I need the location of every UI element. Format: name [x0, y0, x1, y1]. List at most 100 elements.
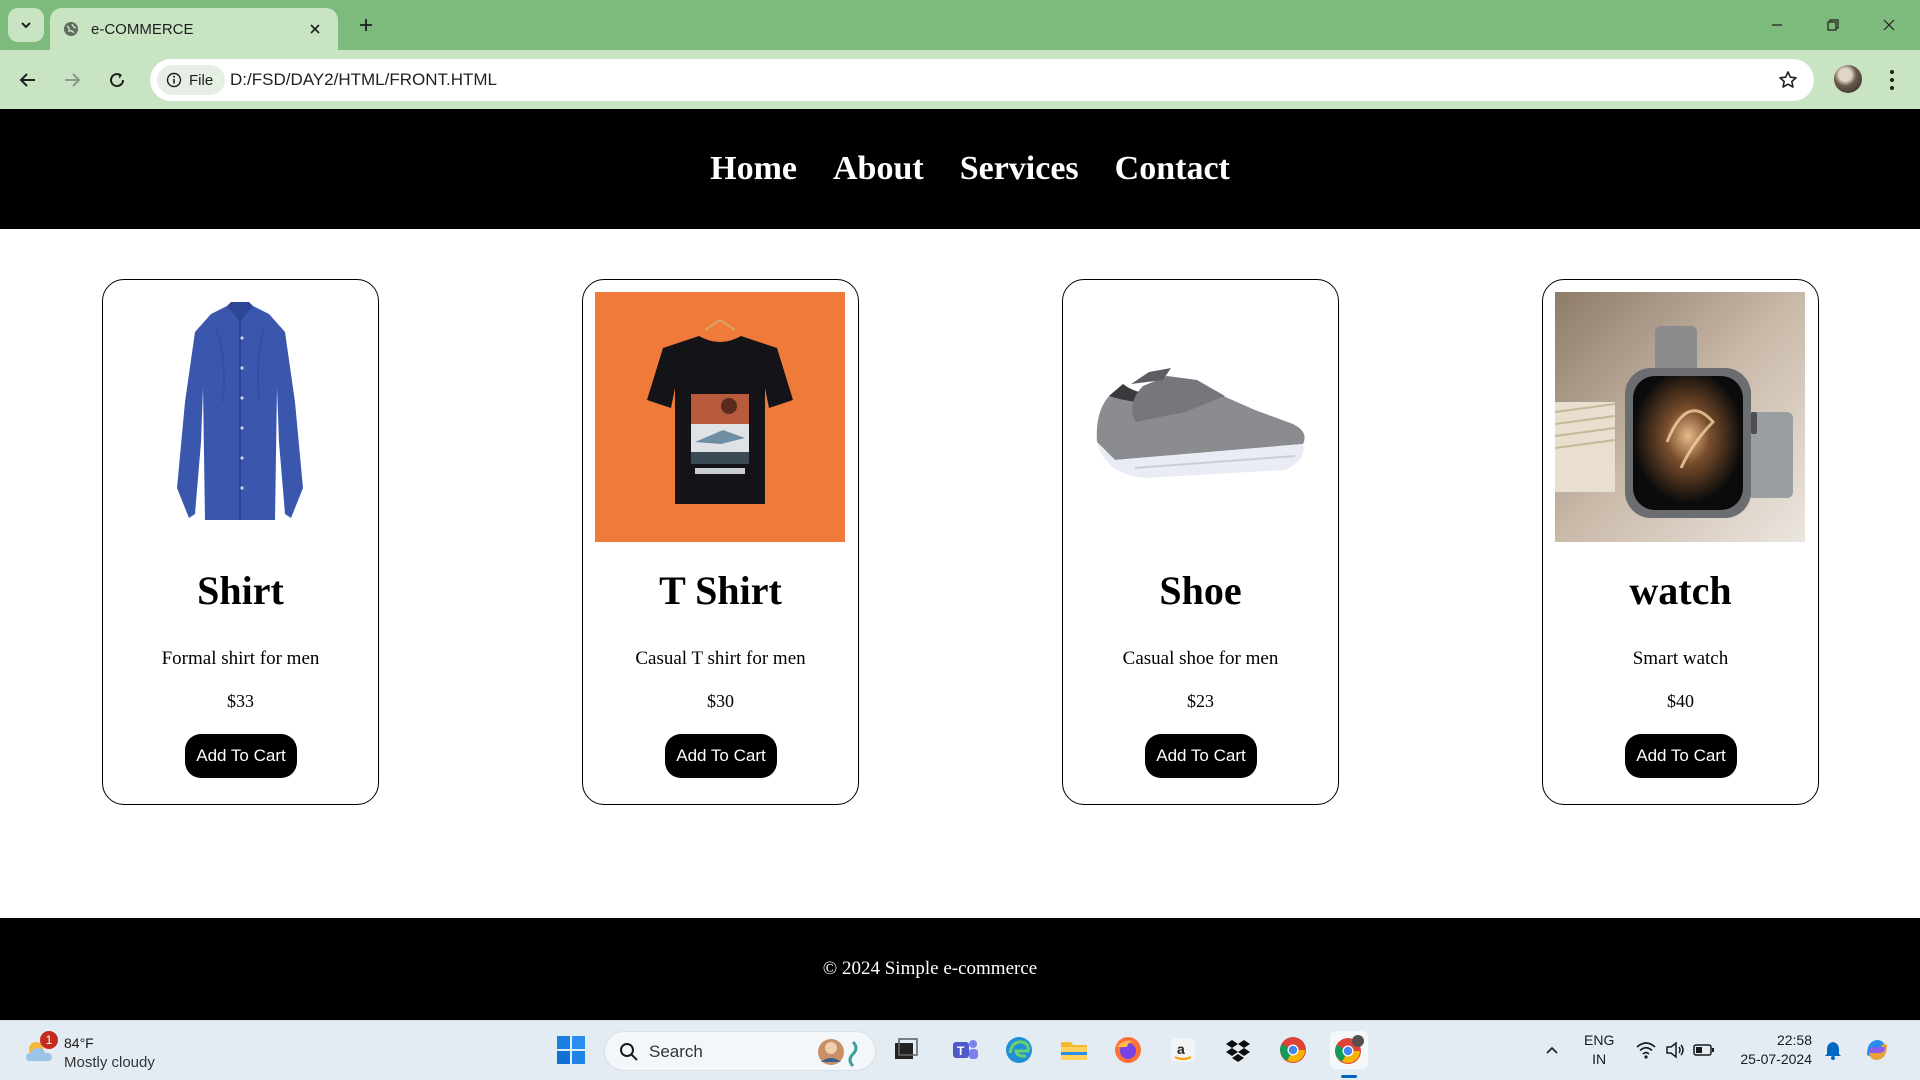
minimize-button[interactable]	[1754, 10, 1800, 40]
product-description: Formal shirt for men	[161, 648, 320, 669]
add-to-cart-button[interactable]: Add To Cart	[665, 734, 777, 778]
taskbar-search[interactable]: Search	[604, 1031, 876, 1071]
chrome-icon	[1280, 1037, 1306, 1063]
site-chip-label: File	[189, 71, 214, 89]
search-label: Search	[649, 1042, 703, 1061]
add-to-cart-button[interactable]: Add To Cart	[1145, 734, 1257, 778]
weather-badge: 1	[40, 1031, 58, 1049]
back-button[interactable]	[12, 64, 44, 96]
browser-toolbar: File D:/FSD/DAY2/HTML/FRONT.HTML	[0, 50, 1920, 109]
start-button[interactable]	[552, 1031, 590, 1069]
show-hidden-icons-button[interactable]	[1534, 1031, 1570, 1069]
add-to-cart-button[interactable]: Add To Cart	[185, 734, 297, 778]
active-app-indicator	[1341, 1075, 1357, 1078]
file-explorer-button[interactable]	[1055, 1031, 1093, 1069]
site-nav: Home About Services Contact	[710, 150, 1230, 188]
volume-icon	[1666, 1041, 1684, 1059]
forward-button[interactable]	[56, 64, 88, 96]
product-price: $33	[227, 691, 254, 711]
site-info-chip[interactable]: File	[157, 65, 225, 95]
search-icon	[620, 1043, 638, 1061]
product-card-tshirt: T Shirt Casual T shirt for men $30 Add T…	[582, 279, 859, 805]
globe-icon	[62, 20, 80, 38]
dropbox-button[interactable]	[1219, 1031, 1257, 1069]
svg-text:T: T	[957, 1044, 965, 1058]
product-grid: Shirt Formal shirt for men $33 Add To Ca…	[0, 229, 1920, 918]
teams-icon: T	[953, 1040, 978, 1059]
nav-link-services[interactable]: Services	[960, 150, 1079, 188]
clock-date: 25-07-2024	[1740, 1051, 1812, 1067]
weather-desc: Mostly cloudy	[64, 1054, 155, 1071]
url-text[interactable]: D:/FSD/DAY2/HTML/FRONT.HTML	[230, 70, 497, 90]
chevron-down-icon	[21, 22, 31, 29]
copilot-icon	[1867, 1040, 1887, 1060]
clock[interactable]: 22:58 25-07-2024	[1730, 1031, 1812, 1069]
address-bar[interactable]: File D:/FSD/DAY2/HTML/FRONT.HTML	[150, 59, 1814, 101]
product-description: Casual T shirt for men	[635, 648, 806, 669]
site-header: Home About Services Contact	[0, 109, 1920, 229]
notifications-button[interactable]	[1818, 1031, 1848, 1069]
edge-button[interactable]	[1000, 1031, 1038, 1069]
clock-time: 22:58	[1776, 1032, 1812, 1048]
svg-text:a: a	[1177, 1041, 1185, 1057]
dropbox-icon	[1226, 1040, 1250, 1062]
tab-title: e-COMMERCE	[91, 20, 194, 38]
site-footer: © 2024 Simple e-commerce	[0, 918, 1920, 1020]
product-name: T Shirt	[659, 568, 782, 613]
copilot-button[interactable]	[1858, 1031, 1896, 1069]
restore-button[interactable]	[1810, 10, 1856, 40]
product-name: Shirt	[197, 568, 284, 613]
nav-link-contact[interactable]: Contact	[1115, 150, 1230, 188]
system-tray-status[interactable]	[1630, 1031, 1720, 1069]
minimize-icon	[1772, 24, 1782, 26]
nav-link-about[interactable]: About	[833, 150, 924, 188]
tab-search-button[interactable]	[8, 8, 44, 42]
wifi-icon	[1636, 1042, 1656, 1059]
footer-copyright: © 2024 Simple e-commerce	[822, 958, 1038, 979]
teams-button[interactable]: T	[946, 1031, 984, 1069]
browser-tab[interactable]: e-COMMERCE	[50, 8, 338, 50]
product-card-shirt: Shirt Formal shirt for men $33 Add To Ca…	[102, 279, 379, 805]
product-price: $40	[1667, 691, 1694, 711]
windows-icon	[557, 1036, 585, 1064]
firefox-icon	[1115, 1037, 1141, 1063]
bell-icon	[1825, 1042, 1841, 1060]
restore-icon	[1827, 19, 1839, 31]
nav-link-home[interactable]: Home	[710, 150, 797, 188]
info-icon	[166, 72, 182, 88]
add-to-cart-button[interactable]: Add To Cart	[1625, 734, 1737, 778]
language-indicator[interactable]: ENG IN	[1584, 1031, 1614, 1069]
firefox-button[interactable]	[1109, 1031, 1147, 1069]
profile-avatar[interactable]	[1834, 65, 1862, 93]
close-icon	[1883, 19, 1895, 31]
folder-icon	[1061, 1042, 1087, 1060]
weather-temp: 84°F	[64, 1035, 94, 1051]
task-view-icon	[895, 1038, 918, 1059]
weather-widget[interactable]: 1 84°F Mostly cloudy	[20, 1029, 170, 1073]
browser-tabstrip: e-COMMERCE	[0, 0, 1920, 50]
reload-button[interactable]	[101, 64, 133, 96]
reload-icon	[110, 73, 125, 88]
windows-taskbar: 1 84°F Mostly cloudy Search T a ENG IN 2…	[0, 1020, 1920, 1080]
chrome-button[interactable]	[1274, 1031, 1312, 1069]
language-line2: IN	[1592, 1051, 1607, 1067]
product-image-tshirt	[595, 292, 845, 542]
task-view-button[interactable]	[887, 1031, 925, 1069]
new-tab-button[interactable]	[352, 11, 380, 39]
product-card-watch: watch Smart watch $40 Add To Cart	[1542, 279, 1819, 805]
product-image-watch	[1555, 292, 1805, 542]
tab-close-icon[interactable]	[304, 18, 326, 40]
bookmark-button[interactable]	[1776, 68, 1800, 92]
close-window-button[interactable]	[1866, 10, 1912, 40]
search-highlight-icon	[818, 1039, 858, 1068]
product-name: watch	[1629, 568, 1732, 613]
product-card-shoe: Shoe Casual shoe for men $23 Add To Cart	[1062, 279, 1339, 805]
browser-menu-button[interactable]	[1880, 64, 1904, 96]
product-image-shirt	[115, 292, 365, 542]
chrome-active-button[interactable]	[1330, 1031, 1368, 1069]
amazon-button[interactable]: a	[1164, 1031, 1202, 1069]
product-image-shoe	[1075, 292, 1325, 542]
product-name: Shoe	[1159, 568, 1242, 613]
chevron-up-icon	[1546, 1046, 1558, 1054]
product-description: Casual shoe for men	[1122, 648, 1279, 669]
